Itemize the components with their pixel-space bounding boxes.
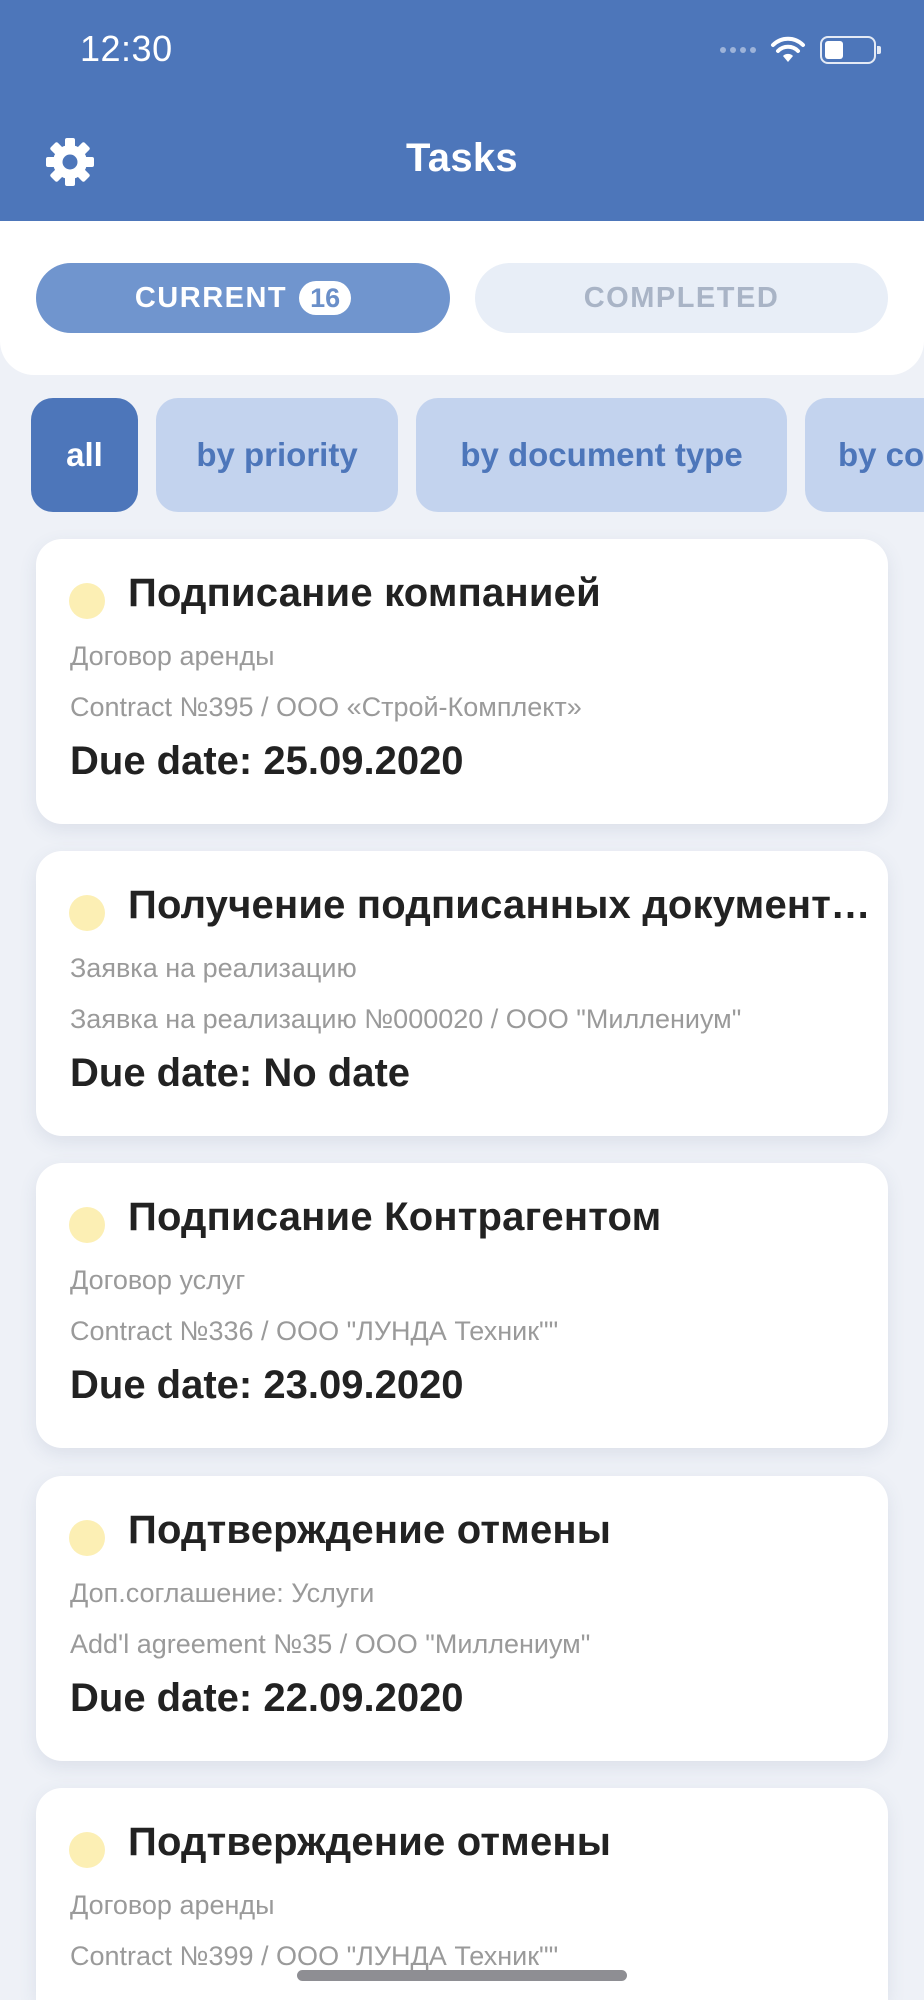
- tab-current[interactable]: CURRENT 16: [36, 263, 450, 333]
- battery-icon: [820, 36, 881, 64]
- task-due-date: Due date: 22.09.2020: [70, 1676, 464, 1720]
- task-card[interactable]: Подтверждение отмены Договор аренды Cont…: [36, 1788, 888, 2000]
- task-due-date: Due date: 25.09.2020: [70, 739, 464, 783]
- task-card[interactable]: Получение подписанных документов Заявка …: [36, 851, 888, 1136]
- page-title: Tasks: [406, 136, 518, 180]
- task-contract: Add'l agreement №35 / ООО "Миллениум": [70, 1629, 591, 1659]
- task-title: Подтверждение отмены: [128, 1508, 612, 1552]
- status-dot: [69, 1832, 105, 1868]
- home-indicator[interactable]: [297, 1970, 627, 1981]
- status-time: 12:30: [80, 28, 173, 69]
- task-contract: Заявка на реализацию №000020 / ООО "Милл…: [70, 1004, 742, 1034]
- task-card[interactable]: Подписание компанией Договор аренды Cont…: [36, 539, 888, 824]
- task-doc-type: Договор услуг: [70, 1265, 246, 1295]
- tab-completed-label: COMPLETED: [583, 281, 780, 314]
- task-contract: Contract №395 / ООО «Строй-Комплект»: [70, 692, 582, 722]
- task-due-date: Due date: No date: [70, 1051, 411, 1095]
- filter-chips: all by priority by document type by cont…: [31, 398, 924, 512]
- status-dot: [69, 895, 105, 931]
- status-dot: [69, 1520, 105, 1556]
- task-due-date: Due date: 23.09.2020: [70, 1363, 464, 1407]
- task-title: Получение подписанных документов: [128, 883, 878, 927]
- filter-all[interactable]: all: [31, 398, 138, 512]
- count-badge: 16: [299, 281, 352, 315]
- status-dot: [69, 583, 105, 619]
- task-doc-type: Заявка на реализацию: [70, 953, 357, 983]
- task-card[interactable]: Подписание Контрагентом Договор услуг Co…: [36, 1163, 888, 1448]
- task-contract: Contract №399 / ООО "ЛУНДА Техник"": [70, 1941, 559, 1971]
- task-doc-type: Доп.соглашение: Услуги: [70, 1578, 375, 1608]
- task-contract: Contract №336 / ООО "ЛУНДА Техник"": [70, 1316, 559, 1346]
- segment-panel: CURRENT 16 COMPLETED: [0, 221, 924, 375]
- app-header: 12:30 Tasks: [0, 0, 924, 221]
- task-title: Подтверждение отмены: [128, 1820, 612, 1864]
- task-title: Подписание Контрагентом: [128, 1195, 662, 1239]
- tab-completed[interactable]: COMPLETED: [475, 263, 888, 333]
- tab-current-label: CURRENT: [134, 281, 288, 314]
- status-icons: [720, 30, 881, 70]
- filter-by-contractor[interactable]: by contractor: [805, 398, 924, 512]
- filter-by-document-type[interactable]: by document type: [416, 398, 787, 512]
- task-doc-type: Договор аренды: [70, 641, 275, 671]
- cellular-signal-icon: [720, 47, 756, 53]
- filter-by-priority[interactable]: by priority: [156, 398, 398, 512]
- task-doc-type: Договор аренды: [70, 1890, 275, 1920]
- status-dot: [69, 1207, 105, 1243]
- task-title: Подписание компанией: [128, 571, 601, 615]
- wifi-icon: [770, 36, 806, 64]
- task-card[interactable]: Подтверждение отмены Доп.соглашение: Усл…: [36, 1476, 888, 1761]
